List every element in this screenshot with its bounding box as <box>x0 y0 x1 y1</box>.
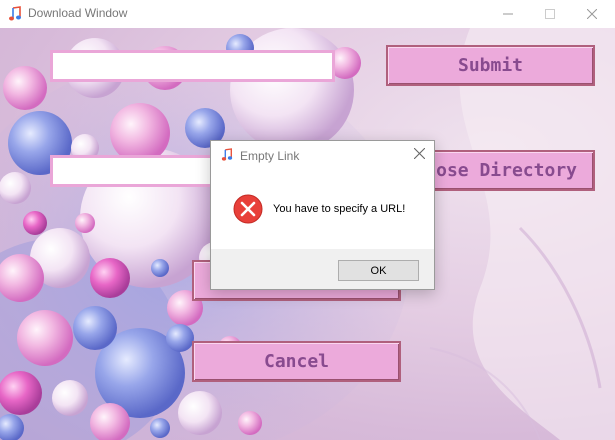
url-input[interactable] <box>50 50 335 82</box>
close-icon <box>413 147 425 160</box>
maximize-icon <box>545 9 555 19</box>
music-note-icon <box>221 148 233 161</box>
error-dialog: Empty Link You have to specify a URL! OK <box>210 140 435 290</box>
cancel-button-label: Cancel <box>263 351 330 372</box>
submit-button[interactable]: Submit <box>386 45 595 86</box>
dialog-titlebar: Empty Link <box>211 141 434 169</box>
window-title: Download Window <box>28 6 128 20</box>
music-note-icon <box>9 6 21 21</box>
close-button[interactable] <box>569 0 615 28</box>
ok-button[interactable]: OK <box>338 260 419 281</box>
submit-button-label: Submit <box>457 55 524 76</box>
error-icon <box>233 194 263 224</box>
dialog-close-button[interactable] <box>411 146 427 162</box>
minimize-button[interactable] <box>485 0 531 28</box>
dialog-body: You have to specify a URL! <box>211 169 434 249</box>
close-icon <box>587 9 597 19</box>
dialog-title: Empty Link <box>240 149 300 163</box>
cancel-button[interactable]: Cancel <box>192 341 401 382</box>
ok-button-label: OK <box>370 264 387 277</box>
maximize-button[interactable] <box>527 0 573 28</box>
choose-directory-button-label: ose Directory <box>436 160 577 181</box>
dialog-footer: OK <box>211 249 434 289</box>
dialog-message: You have to specify a URL! <box>273 203 406 215</box>
window-titlebar: Download Window <box>0 0 615 28</box>
minimize-icon <box>503 13 513 15</box>
